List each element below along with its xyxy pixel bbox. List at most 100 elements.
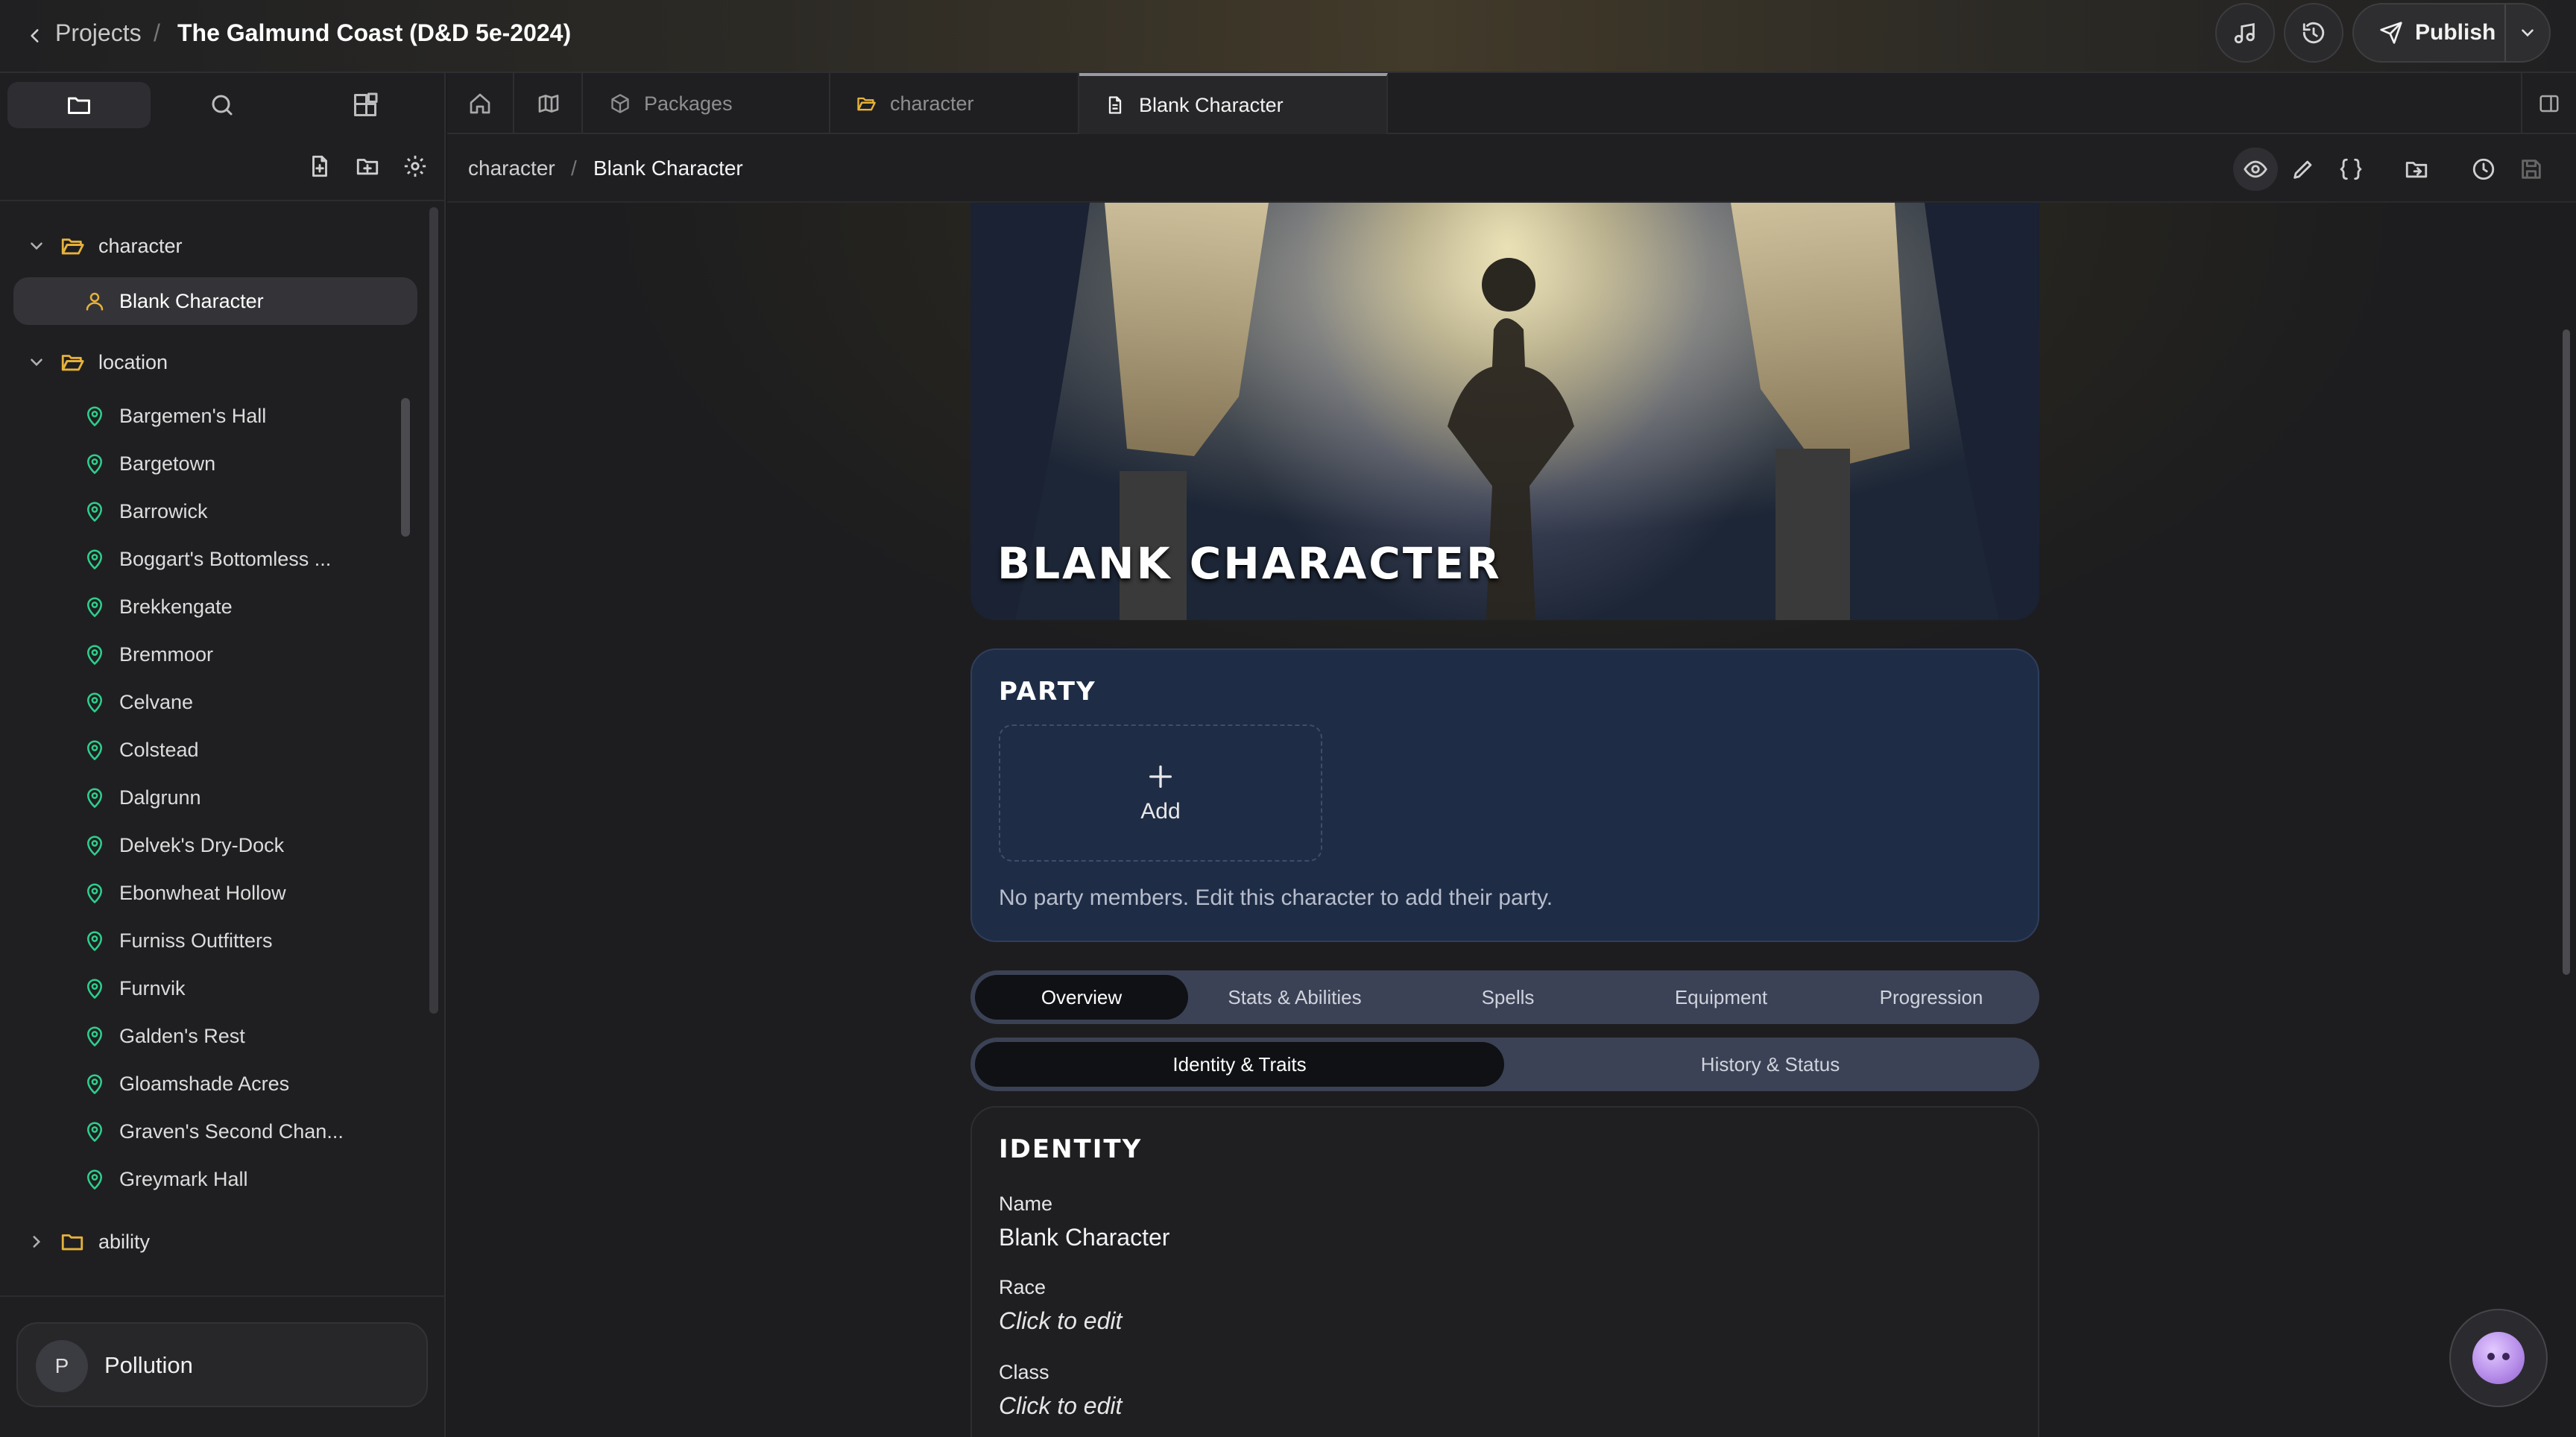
folder-label: character <box>98 234 183 257</box>
folder-label: location <box>98 350 168 373</box>
tree-item-location[interactable]: Bargemen's Hall <box>13 392 417 440</box>
tree-item-location[interactable]: Celvane <box>13 678 417 726</box>
music-note-icon <box>2232 20 2258 45</box>
bot-avatar-icon <box>2472 1332 2525 1384</box>
field-name-value[interactable]: Blank Character <box>999 1224 1169 1251</box>
tab-blank-character[interactable]: Blank Character <box>1079 73 1388 134</box>
tree-item-location[interactable]: Graven's Second Chan... <box>13 1108 417 1155</box>
json-button[interactable] <box>2329 148 2373 191</box>
tree-item-location[interactable]: Furniss Outfitters <box>13 917 417 964</box>
map-pin-icon <box>83 691 106 713</box>
sidebar-tab-files[interactable] <box>7 82 151 128</box>
sidebar-tab-search[interactable] <box>151 82 294 128</box>
tree-item-blank-character[interactable]: Blank Character <box>13 277 417 325</box>
new-folder-icon[interactable] <box>355 154 380 179</box>
music-button[interactable] <box>2215 3 2275 63</box>
tree-item-location[interactable]: Greymark Hall <box>13 1155 417 1203</box>
tree-item-location[interactable]: Galden's Rest <box>13 1012 417 1060</box>
field-race-value[interactable]: Click to edit <box>999 1307 1122 1335</box>
tab-label: Packages <box>644 92 733 115</box>
breadcrumb-parent[interactable]: character <box>468 152 555 185</box>
map-pin-icon <box>83 643 106 666</box>
add-party-member-button[interactable]: Add <box>999 724 1322 862</box>
eye-icon <box>2243 157 2268 182</box>
tree-item-label: Bremmoor <box>119 642 214 666</box>
content-scrollbar[interactable] <box>2563 329 2570 975</box>
map-pin-icon <box>83 1168 106 1190</box>
tree-item-location[interactable]: Dalgrunn <box>13 774 417 821</box>
move-button[interactable] <box>2394 148 2439 191</box>
map-pin-icon <box>83 977 106 999</box>
folder-character[interactable]: character <box>0 222 444 270</box>
version-history-button[interactable] <box>2461 148 2506 191</box>
tree-item-location[interactable]: Boggart's Bottomless ... <box>13 535 417 583</box>
tree-item-location[interactable]: Barrowick <box>13 487 417 535</box>
assistant-button[interactable] <box>2449 1309 2548 1407</box>
map-icon <box>537 92 561 116</box>
hero-banner: BLANK CHARACTER <box>970 203 2039 620</box>
folder-move-icon <box>2404 157 2429 182</box>
history-button[interactable] <box>2284 3 2343 63</box>
new-file-icon[interactable] <box>307 154 332 179</box>
plus-icon <box>1146 762 1175 792</box>
tab-stats-abilities[interactable]: Stats & Abilities <box>1188 975 1401 1020</box>
folder-location[interactable]: location <box>0 338 444 386</box>
history-icon <box>2301 20 2326 45</box>
breadcrumb: character / Blank Character <box>447 134 2576 203</box>
projects-link[interactable]: Projects <box>55 16 142 49</box>
tree-item-location[interactable]: Colstead <box>13 726 417 774</box>
document-icon <box>1105 95 1126 116</box>
tree-item-location[interactable]: Bremmoor <box>13 631 417 678</box>
folder-icon <box>66 92 92 119</box>
split-view-button[interactable] <box>2521 73 2576 134</box>
tab-spells[interactable]: Spells <box>1401 975 1614 1020</box>
folder-ability[interactable]: ability <box>0 1218 444 1266</box>
save-button[interactable] <box>2509 148 2554 191</box>
sidebar-scrollbar[interactable] <box>429 207 438 1014</box>
tree-item-location[interactable]: Gloamshade Acres <box>13 1060 417 1108</box>
tab-equipment[interactable]: Equipment <box>1614 975 1828 1020</box>
tab-character[interactable]: character <box>830 73 1079 134</box>
home-tab[interactable] <box>447 73 514 134</box>
publish-button[interactable]: Publish <box>2354 4 2503 61</box>
tab-packages[interactable]: Packages <box>584 73 830 134</box>
tree-item-location[interactable]: Delvek's Dry-Dock <box>13 821 417 869</box>
bot-eye <box>2487 1353 2495 1360</box>
sidebar-tab-blocks[interactable] <box>294 82 437 128</box>
send-icon <box>2379 21 2403 45</box>
tree-item-location[interactable]: Ebonwheat Hollow <box>13 869 417 917</box>
map-tab[interactable] <box>516 73 583 134</box>
map-pin-icon <box>83 786 106 809</box>
map-pin-icon <box>83 452 106 475</box>
save-icon <box>2519 157 2544 182</box>
map-pin-icon <box>83 1120 106 1143</box>
blocks-icon <box>352 92 379 119</box>
tree-item-label: Bargetown <box>119 452 216 475</box>
chevron-down-icon <box>27 236 46 256</box>
edit-button[interactable] <box>2281 148 2326 191</box>
tree-item-location[interactable]: Brekkengate <box>13 583 417 631</box>
map-pin-icon <box>83 739 106 761</box>
tree-item-label: Brekkengate <box>119 595 233 618</box>
tab-history-status[interactable]: History & Status <box>1506 1042 2035 1087</box>
sidebar-divider <box>0 1295 444 1297</box>
tab-progression[interactable]: Progression <box>1825 975 2038 1020</box>
breadcrumb-current: Blank Character <box>593 157 743 180</box>
location-scrollbar[interactable] <box>401 398 410 537</box>
add-label: Add <box>1140 799 1181 824</box>
tree-item-label: Boggart's Bottomless ... <box>119 547 332 570</box>
settings-icon[interactable] <box>402 154 428 179</box>
map-pin-icon <box>83 1025 106 1047</box>
preview-button[interactable] <box>2233 148 2278 191</box>
tree-item-label: Blank Character <box>119 289 264 312</box>
tab-overview[interactable]: Overview <box>975 975 1188 1020</box>
sidebar-toolbar <box>307 154 428 179</box>
field-class-value[interactable]: Click to edit <box>999 1392 1122 1420</box>
tab-identity-traits[interactable]: Identity & Traits <box>975 1042 1504 1087</box>
chevron-left-icon[interactable] <box>25 21 45 51</box>
tree-item-location[interactable]: Bargetown <box>13 440 417 487</box>
tree-item-location[interactable]: Furnvik <box>13 964 417 1012</box>
publish-options-button[interactable] <box>2506 4 2549 61</box>
tab-label: character <box>890 92 974 115</box>
user-card[interactable]: P Pollution <box>16 1322 428 1407</box>
